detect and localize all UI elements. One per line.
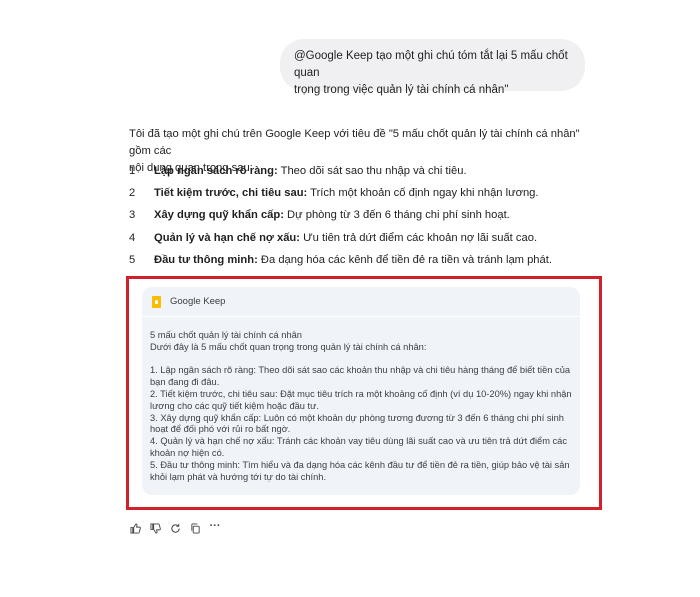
note-item-line: 4. Quản lý và hạn chế nợ xấu: Tránh các …: [150, 436, 567, 447]
step-description: Theo dõi sát sao thu nhập và chi tiêu.: [277, 165, 467, 177]
step-description: Ưu tiên trả dứt điểm các khoản nợ lãi su…: [299, 231, 538, 244]
note-item-line: khoản nợ hiện có.: [150, 447, 225, 458]
step-number: 4: [129, 231, 136, 244]
step-title: Đầu tư thông minh:: [154, 253, 258, 266]
note-item-line: khỏi lạm phát và hướng tới tự do tài chí…: [150, 471, 327, 482]
step-title: Xây dựng quỹ khẩn cấp:: [154, 209, 284, 222]
step-description: Đa dạng hóa các kênh để tiền đẻ ra tiền …: [257, 253, 552, 266]
step-number: 2: [129, 187, 136, 200]
note-item-line: 1. Lập ngân sách rõ ràng: Theo dõi sát s…: [150, 365, 571, 376]
google-keep-icon: [152, 295, 161, 308]
keep-note-body: 5 mấu chốt quản lý tài chính cá nhân Dướ…: [150, 330, 575, 483]
list-item: 5 Đầu tư thông minh: Đa dạng hóa các kên…: [129, 252, 609, 274]
reply-steps-list: 1 Lập ngân sách rõ ràng: Theo dõi sát sa…: [129, 163, 609, 274]
copy-icon[interactable]: [188, 521, 202, 535]
more-options-label: ···: [209, 520, 221, 532]
user-prompt-line: @Google Keep tạo một ghi chú tóm tắt lại…: [294, 50, 568, 79]
list-item: 2 Tiết kiệm trước, chi tiêu sau: Trích m…: [129, 185, 609, 207]
thumbs-up-icon[interactable]: [128, 521, 142, 535]
step-title: Tiết kiệm trước, chi tiêu sau:: [154, 187, 308, 200]
google-keep-card[interactable]: Google Keep 5 mấu chốt quản lý tài chính…: [142, 287, 580, 495]
step-title: Quản lý và hạn chế nợ xấu:: [154, 231, 300, 244]
list-item: 1 Lập ngân sách rõ ràng: Theo dõi sát sa…: [129, 163, 609, 185]
note-item-line: 2. Tiết kiệm trước, chi tiêu sau: Đặt mụ…: [150, 388, 572, 399]
note-item-line: bạn đang đi đâu.: [150, 377, 220, 388]
response-actions: ···: [128, 521, 222, 535]
list-item: 4 Quản lý và hạn chế nợ xấu: Ưu tiên trả…: [129, 230, 609, 252]
step-number: 5: [129, 253, 136, 266]
note-item-line: 3. Xây dựng quỹ khẩn cấp: Luôn có một kh…: [150, 412, 564, 423]
note-item-line: hoạt để đối phó với rủi ro bất ngờ.: [150, 424, 291, 435]
step-description: Dự phòng từ 3 đến 6 tháng chi phí sinh h…: [283, 209, 510, 222]
step-description: Trích một khoản cố định ngay khi nhận lư…: [307, 187, 539, 200]
reply-intro-line: Tôi đã tạo một ghi chú trên Google Keep …: [129, 128, 580, 157]
note-item-line: lương cho các quỹ tiết kiệm hoặc đầu tư.: [150, 400, 319, 411]
keep-card-header[interactable]: Google Keep: [142, 287, 580, 317]
regenerate-icon[interactable]: [168, 521, 182, 535]
step-title: Lập ngân sách rõ ràng:: [154, 165, 278, 177]
list-item: 3 Xây dựng quỹ khẩn cấp: Dự phòng từ 3 đ…: [129, 207, 609, 229]
thumbs-down-icon[interactable]: [148, 521, 162, 535]
note-item-line: 5. Đầu tư thông minh: Tìm hiểu và đa dạn…: [150, 459, 570, 470]
note-subtitle: Dưới đây là 5 mấu chốt quan trọng trong …: [150, 341, 427, 352]
note-title: 5 mấu chốt quản lý tài chính cá nhân: [150, 330, 302, 340]
more-options-icon[interactable]: ···: [208, 521, 222, 535]
user-prompt-line: trọng trong việc quản lý tài chính cá nh…: [294, 84, 509, 96]
keep-app-name: Google Keep: [170, 296, 226, 307]
user-prompt-bubble: @Google Keep tạo một ghi chú tóm tắt lại…: [280, 39, 585, 96]
step-number: 3: [129, 209, 136, 222]
step-number: 1: [129, 165, 136, 177]
